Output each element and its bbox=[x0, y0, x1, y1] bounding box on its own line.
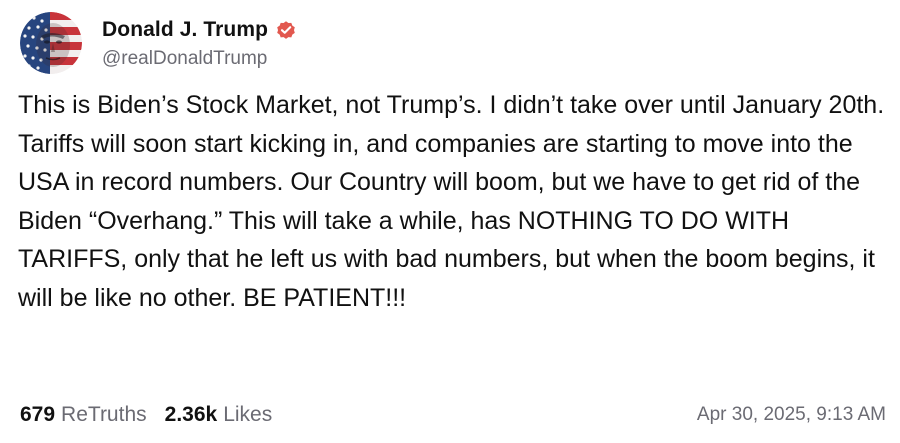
post-timestamp[interactable]: Apr 30, 2025, 9:13 AM bbox=[697, 404, 886, 426]
author-identity: Donald J. Trump @realDonaldTrump bbox=[102, 16, 297, 70]
likes-label: Likes bbox=[223, 403, 273, 426]
post-footer: 679 ReTruths 2.36k Likes Apr 30, 2025, 9… bbox=[20, 400, 886, 430]
post-card: Donald J. Trump @realDonaldTrump This is… bbox=[0, 0, 900, 443]
post-header: Donald J. Trump @realDonaldTrump bbox=[20, 10, 297, 76]
avatar-image bbox=[20, 12, 82, 74]
post-stats: 679 ReTruths 2.36k Likes bbox=[20, 403, 272, 427]
name-row: Donald J. Trump bbox=[102, 16, 297, 44]
retruths-label: ReTruths bbox=[61, 403, 147, 426]
author-handle[interactable]: @realDonaldTrump bbox=[102, 48, 297, 70]
avatar[interactable] bbox=[20, 12, 82, 74]
likes-stat[interactable]: 2.36k Likes bbox=[165, 403, 273, 427]
post-text: This is Biden’s Stock Market, not Trump’… bbox=[18, 91, 885, 312]
retruths-stat[interactable]: 679 ReTruths bbox=[20, 403, 147, 427]
author-display-name[interactable]: Donald J. Trump bbox=[102, 18, 268, 42]
retruths-count: 679 bbox=[20, 403, 56, 426]
verified-badge-icon bbox=[275, 19, 297, 41]
likes-count: 2.36k bbox=[164, 403, 218, 426]
